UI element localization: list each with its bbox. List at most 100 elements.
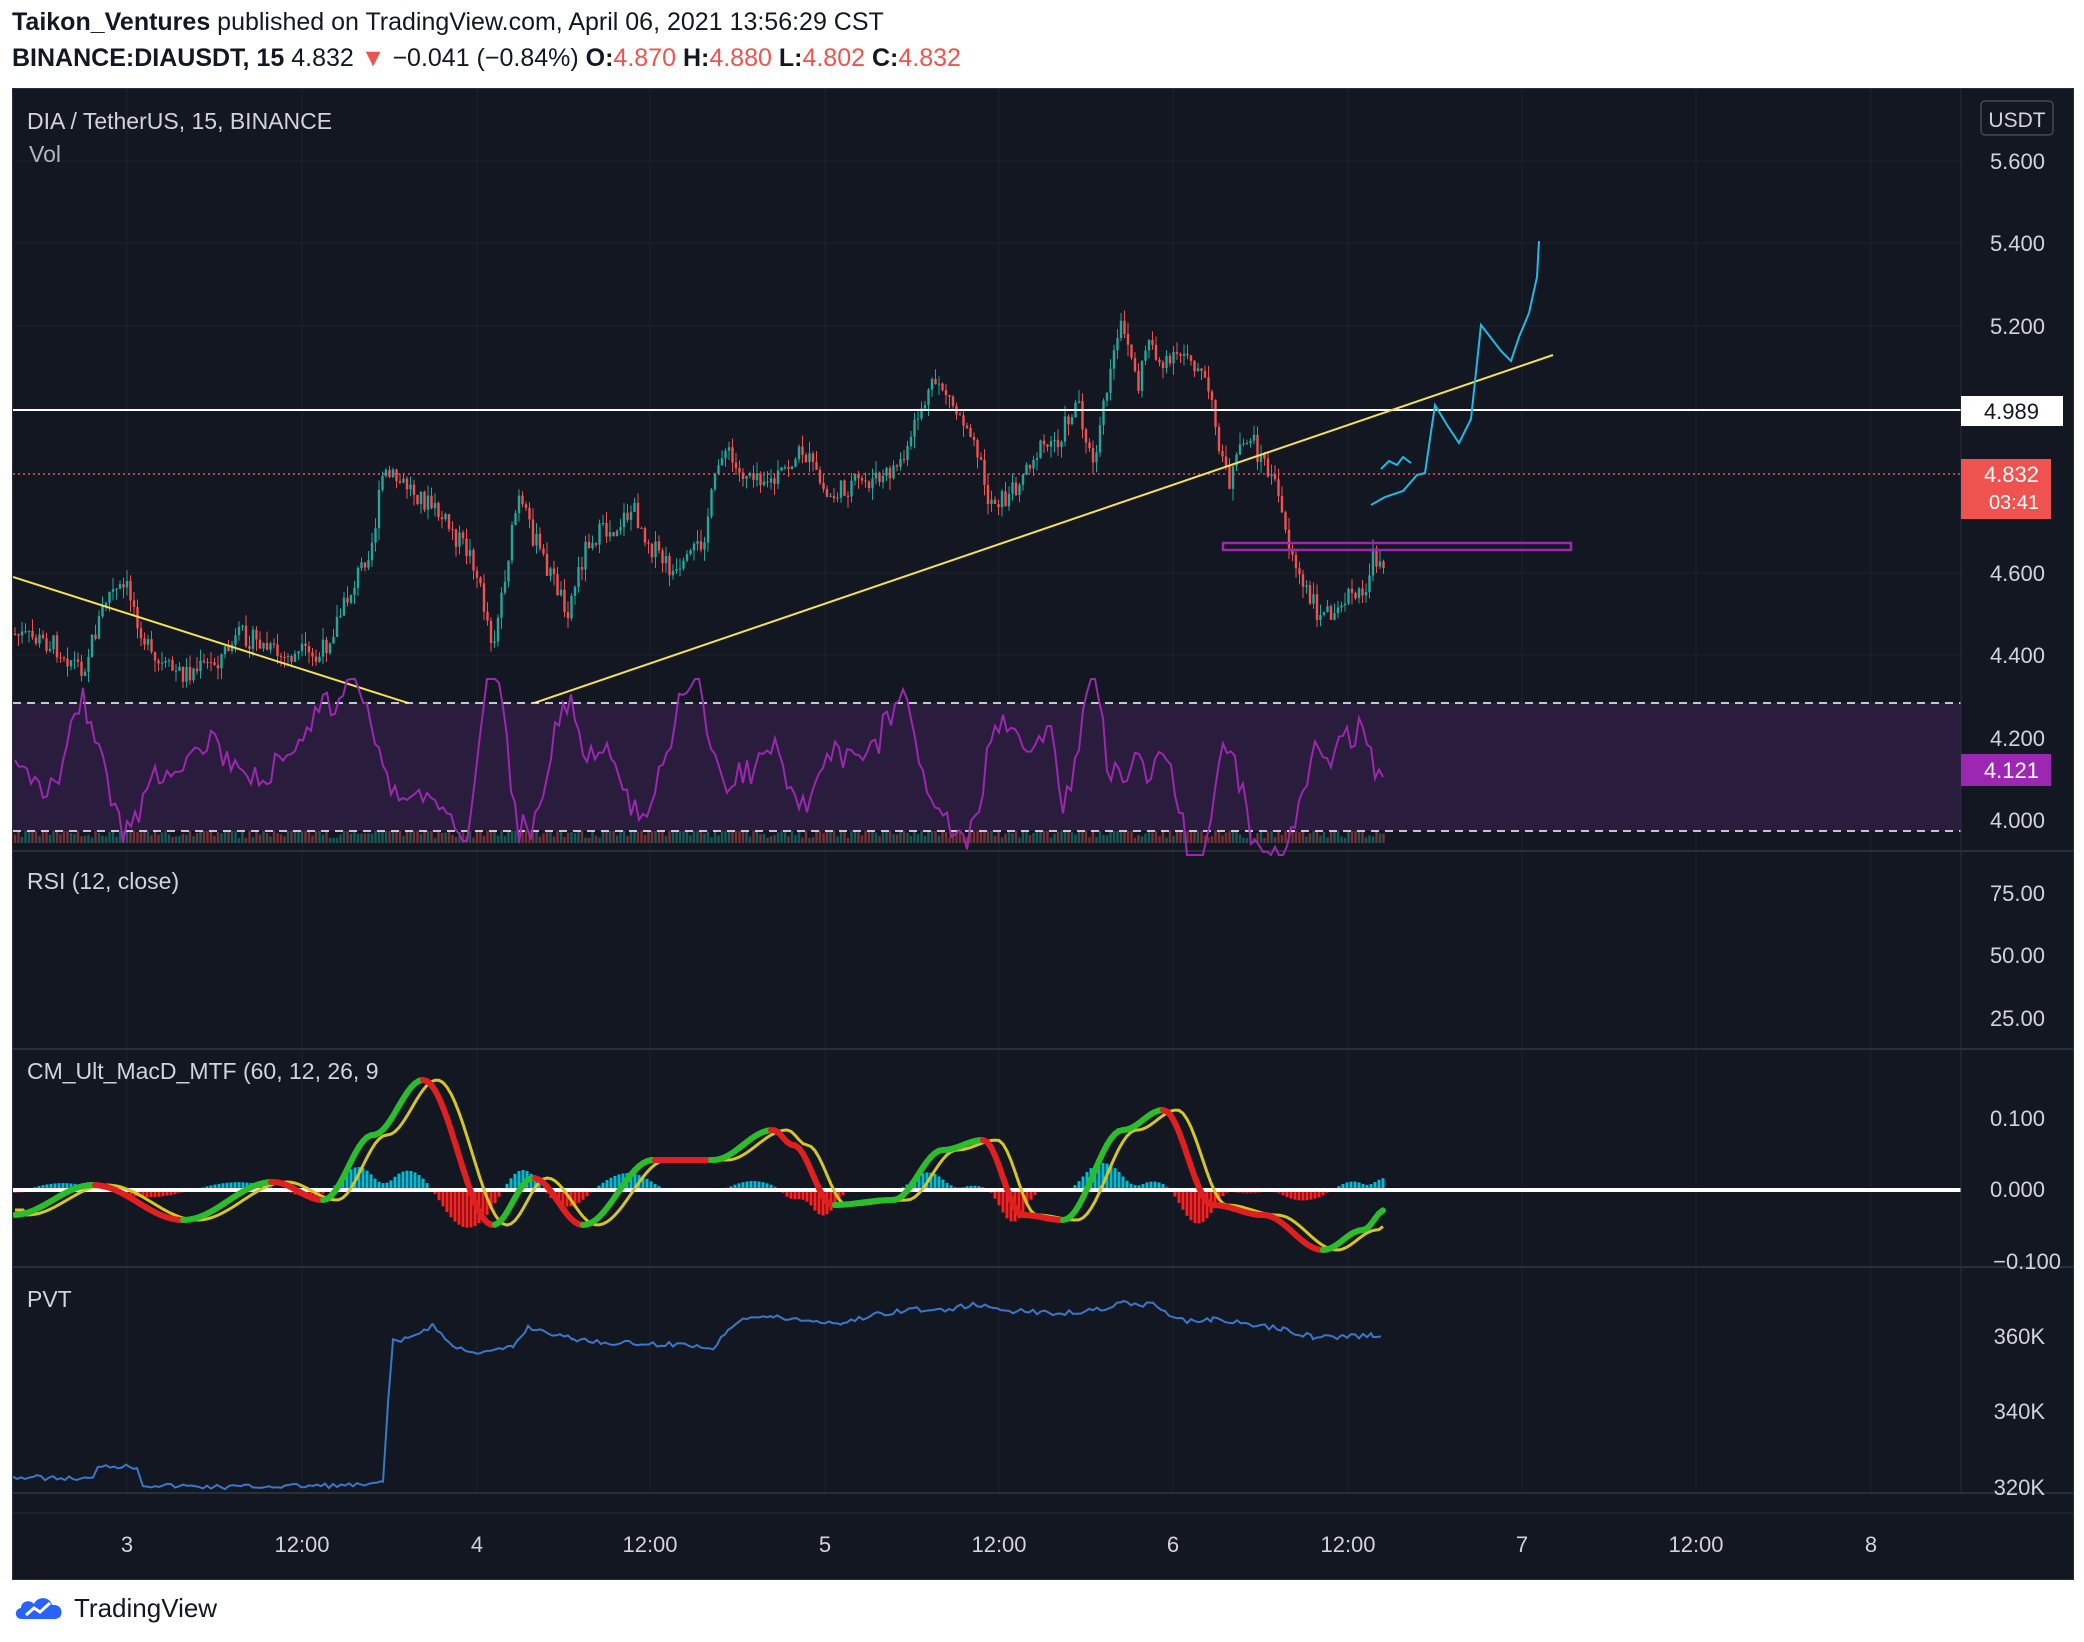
volume-bar: [874, 832, 878, 843]
candle: [1102, 398, 1105, 435]
candle: [1063, 405, 1067, 447]
candle: [566, 601, 570, 629]
volume-bar: [87, 834, 90, 843]
candle: [1004, 481, 1007, 507]
high-label: H:: [682, 44, 710, 72]
volume-bar: [846, 837, 850, 843]
volume-bar: [115, 836, 118, 843]
candle: [1340, 601, 1343, 613]
volume-bar: [1298, 832, 1301, 843]
candle: [1357, 586, 1361, 604]
price-tick: 5.600: [1990, 149, 2045, 174]
candle: [1193, 360, 1196, 378]
time-axis[interactable]: 3 12:00 4 12:00 5 12:00 6 12:00 7 12:00 …: [13, 1512, 2073, 1557]
candle: [853, 473, 857, 486]
volume-bar: [248, 830, 251, 843]
volume-bar: [444, 832, 447, 843]
candle: [1347, 587, 1350, 606]
volume-bar: [720, 831, 724, 843]
price-change: −0.041 (−0.84%): [392, 44, 579, 72]
volume-bar: [1056, 831, 1060, 843]
candle: [1140, 360, 1144, 398]
volume-bar: [1140, 836, 1144, 843]
candle: [1175, 342, 1179, 360]
volume-bar: [1000, 837, 1004, 843]
candle: [710, 487, 713, 519]
volume-bar: [195, 833, 199, 843]
time-tick: 3: [121, 1532, 133, 1557]
candle: [153, 651, 157, 673]
candle: [874, 460, 878, 485]
volume-bar: [1305, 836, 1308, 843]
volume-bar: [822, 833, 825, 843]
volume-bar: [542, 833, 545, 843]
candle: [664, 546, 668, 573]
candle: [1133, 352, 1137, 373]
volume-bar: [360, 833, 363, 843]
candle: [944, 384, 948, 405]
candle: [328, 642, 332, 655]
candle: [727, 441, 731, 460]
candle: [549, 566, 552, 582]
candle: [1322, 611, 1326, 617]
candle: [125, 570, 129, 596]
candle: [335, 604, 339, 638]
volume-bar: [55, 831, 59, 843]
rsi-tick: 75.00: [1990, 881, 2045, 906]
volume-bar: [433, 837, 437, 843]
chart-area[interactable]: DIA / TetherUS, 15, BINANCE Vol RSI (12,…: [12, 88, 2074, 1580]
candle: [241, 624, 244, 631]
candle: [615, 529, 619, 537]
volume-label: Vol: [29, 141, 61, 167]
candle: [293, 650, 297, 662]
time-tick: 7: [1516, 1532, 1528, 1557]
volume-bar: [937, 835, 941, 843]
volume-bar: [1172, 835, 1175, 843]
candle: [55, 631, 59, 663]
candle: [948, 394, 951, 409]
candle: [20, 622, 24, 644]
volume-bar: [538, 836, 542, 843]
quote-line: BINANCE:DIAUSDT, 15 4.832 ▼ −0.041 (−0.8…: [12, 44, 961, 73]
macd-bar: [1193, 1190, 1197, 1223]
candle: [850, 472, 853, 503]
candle: [1151, 331, 1154, 350]
candle: [423, 490, 426, 513]
footer-branding[interactable]: TradingView: [12, 1588, 217, 1628]
candle: [139, 621, 143, 647]
volume-bar: [332, 837, 335, 843]
candle: [1182, 344, 1186, 366]
candle: [1014, 476, 1018, 496]
volume-bar: [944, 832, 948, 843]
volume-bar: [101, 835, 104, 843]
candle: [199, 649, 202, 679]
candle: [353, 580, 356, 605]
candle: [1000, 489, 1004, 517]
candle: [1326, 599, 1329, 613]
macd-title: CM_Ult_MacD_MTF (60, 12, 26, 9: [27, 1058, 379, 1084]
symbol-label[interactable]: BINANCE:DIAUSDT, 15: [12, 44, 284, 72]
candle: [972, 432, 976, 447]
candle: [556, 566, 559, 596]
candle: [545, 542, 549, 576]
volume-bar: [1105, 835, 1109, 843]
volume-bar: [759, 834, 762, 843]
volume-bar: [90, 837, 94, 843]
author-name[interactable]: Taikon_Ventures: [12, 8, 210, 36]
candle: [724, 448, 727, 467]
candle: [426, 485, 430, 520]
price-axis[interactable]: USDT 5.600 5.400 5.200 4.600 4.400 4.200…: [1960, 89, 2063, 1500]
candle: [587, 533, 591, 549]
candle: [321, 627, 325, 665]
candle: [661, 547, 664, 573]
candle: [87, 648, 90, 683]
candle: [1081, 393, 1084, 439]
volume-bar: [836, 836, 839, 843]
candle: [937, 376, 941, 396]
candle: [864, 472, 867, 488]
low-value: 4.802: [802, 44, 866, 72]
volume-bar: [510, 829, 514, 843]
volume-bar: [920, 830, 923, 843]
candle: [1235, 452, 1238, 472]
candle: [668, 552, 671, 587]
